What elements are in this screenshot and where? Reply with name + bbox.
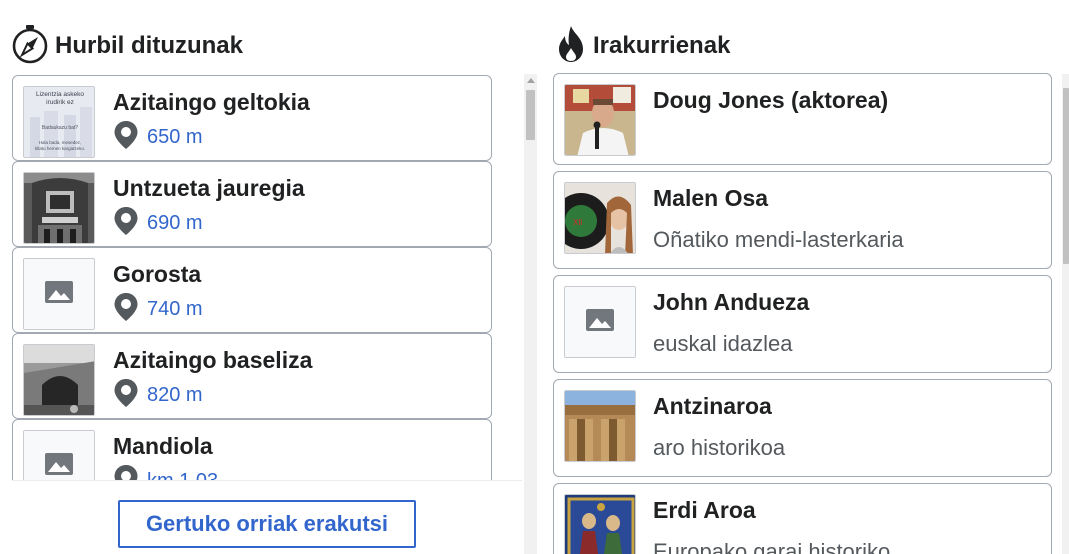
popular-item-description: Europako garai historiko xyxy=(653,539,891,554)
scroll-up-arrow-icon[interactable] xyxy=(527,78,535,83)
distance-text: km 1,03 xyxy=(147,470,218,481)
nearby-item[interactable]: Azitaingo baseliza 820 m xyxy=(12,333,492,419)
nearby-item-title[interactable]: Untzueta jauregia xyxy=(113,175,305,202)
distance-text: 690 m xyxy=(147,211,203,234)
distance-text: 820 m xyxy=(147,383,203,406)
popular-item-description: euskal idazlea xyxy=(653,331,793,356)
nearby-item-distance: km 1,03 xyxy=(113,464,218,481)
notice-line-1: Lizentzia askeko xyxy=(36,91,84,98)
notice-line-3: Badaukazu bat? xyxy=(42,125,78,131)
image-icon xyxy=(45,452,73,480)
notice-line-4: Hala bada, mesedez, xyxy=(39,140,82,145)
nearby-item[interactable]: Gorosta 740 m xyxy=(12,247,492,333)
nearby-item-title[interactable]: Azitaingo baseliza xyxy=(113,347,312,374)
scrollbar-thumb[interactable] xyxy=(526,90,535,140)
notice-line-2: irudirik ez xyxy=(46,99,74,106)
photo-thumbnail xyxy=(564,494,636,554)
nearby-scrollbar[interactable] xyxy=(524,74,537,554)
map-pin-icon xyxy=(113,378,139,413)
popular-item-title[interactable]: Erdi Aroa xyxy=(653,497,756,524)
scrollbar-thumb[interactable] xyxy=(1063,88,1069,264)
nearby-item-distance: 650 m xyxy=(113,120,203,155)
nearby-item-title[interactable]: Azitaingo geltokia xyxy=(113,89,310,116)
notice-line-5: kltatu hemen kargatzeko. xyxy=(35,146,85,151)
popular-item[interactable]: Erdi Aroa Europako garai historiko xyxy=(553,483,1052,554)
nearby-item-title[interactable]: Mandiola xyxy=(113,433,213,460)
image-placeholder xyxy=(564,286,636,358)
nearby-section-title: Hurbil dituzunak xyxy=(11,24,243,69)
image-placeholder xyxy=(23,258,95,330)
nearby-footer: Gertuko orriak erakutsi xyxy=(12,480,522,554)
nearby-item[interactable]: Untzueta jauregia 690 m xyxy=(12,161,492,247)
popular-scrollbar[interactable] xyxy=(1062,74,1069,554)
popular-item[interactable]: Doug Jones (aktorea) xyxy=(553,73,1052,165)
photo-thumbnail xyxy=(23,172,95,244)
distance-text: 650 m xyxy=(147,125,203,148)
nearby-item[interactable]: Mandiola km 1,03 xyxy=(12,419,492,480)
nearby-item-distance: 740 m xyxy=(113,292,203,327)
image-icon xyxy=(45,280,73,308)
popular-item-description: Oñatiko mendi-lasterkaria xyxy=(653,227,904,252)
nearby-list: Lizentzia askeko irudirik ez Badaukazu b… xyxy=(12,75,492,480)
photo-thumbnail xyxy=(23,344,95,416)
map-pin-icon xyxy=(113,120,139,155)
popular-item[interactable]: John Andueza euskal idazlea xyxy=(553,275,1052,373)
popular-title-text: Irakurrienak xyxy=(593,32,731,59)
photo-thumbnail: XII xyxy=(564,182,636,254)
photo-thumbnail xyxy=(564,390,636,462)
popular-item-title[interactable]: Malen Osa xyxy=(653,185,768,212)
svg-text:XII: XII xyxy=(573,218,583,227)
image-icon xyxy=(586,308,614,336)
popular-item-title[interactable]: Doug Jones (aktorea) xyxy=(653,87,888,114)
license-notice-thumbnail: Lizentzia askeko irudirik ez Badaukazu b… xyxy=(23,86,95,158)
flame-icon xyxy=(555,24,587,69)
image-placeholder xyxy=(23,430,95,480)
popular-item-title[interactable]: John Andueza xyxy=(653,289,809,316)
nearby-item[interactable]: Lizentzia askeko irudirik ez Badaukazu b… xyxy=(12,75,492,161)
popular-item[interactable]: Antzinaroa aro historikoa xyxy=(553,379,1052,477)
show-nearby-pages-button[interactable]: Gertuko orriak erakutsi xyxy=(118,500,416,548)
popular-item-title[interactable]: Antzinaroa xyxy=(653,393,772,420)
distance-text: 740 m xyxy=(147,297,203,320)
popular-list: Doug Jones (aktorea) XII Malen Osa Oñati… xyxy=(553,73,1053,554)
popular-section-title: Irakurrienak xyxy=(555,24,731,69)
nearby-item-distance: 690 m xyxy=(113,206,203,241)
popular-item-description: aro historikoa xyxy=(653,435,786,460)
nearby-item-title[interactable]: Gorosta xyxy=(113,261,201,288)
photo-thumbnail xyxy=(564,84,636,156)
popular-item[interactable]: XII Malen Osa Oñatiko mendi-lasterkaria xyxy=(553,171,1052,269)
map-pin-icon xyxy=(113,292,139,327)
compass-icon xyxy=(11,24,49,69)
nearby-item-distance: 820 m xyxy=(113,378,203,413)
nearby-title-text: Hurbil dituzunak xyxy=(55,32,243,59)
map-pin-icon xyxy=(113,206,139,241)
map-pin-icon xyxy=(113,464,139,480)
